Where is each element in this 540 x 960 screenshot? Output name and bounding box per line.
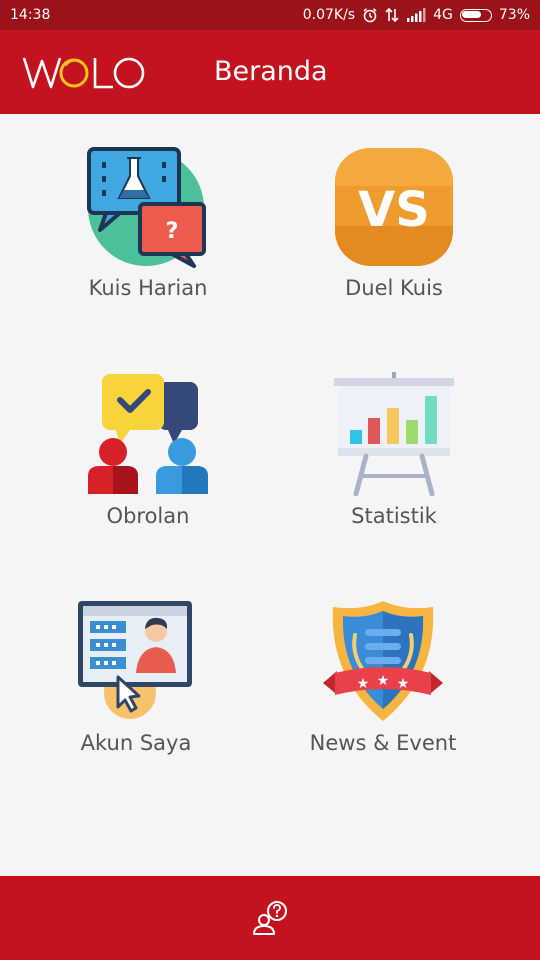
menu-item-label: Obrolan bbox=[106, 504, 190, 528]
net-speed: 0.07K/s bbox=[302, 7, 356, 23]
status-bar: 14:38 0.07K/s 4G 73% bbox=[0, 0, 540, 30]
svg-text:★: ★ bbox=[377, 673, 390, 689]
data-transfer-icon bbox=[385, 7, 399, 23]
svg-text:★: ★ bbox=[397, 676, 410, 692]
wolo-logo[interactable] bbox=[22, 52, 146, 92]
alarm-icon bbox=[362, 7, 378, 23]
menu-item-duel-kuis[interactable]: VS Duel Kuis bbox=[274, 146, 514, 346]
svg-text:?: ? bbox=[166, 219, 179, 244]
menu-item-statistik[interactable]: Statistik bbox=[274, 372, 514, 572]
status-right: 0.07K/s 4G 73% bbox=[303, 7, 530, 23]
signal-icon bbox=[406, 8, 426, 22]
menu-item-akun-saya[interactable]: Akun Saya bbox=[16, 599, 256, 799]
menu-item-label: News & Event bbox=[309, 731, 457, 755]
battery-percent: 73% bbox=[498, 7, 530, 23]
versus-icon: VS bbox=[335, 148, 453, 266]
statistics-icon bbox=[334, 372, 454, 496]
menu-item-label: Duel Kuis bbox=[345, 276, 443, 300]
menu-item-kuis-harian[interactable]: ? Kuis Harian bbox=[28, 146, 268, 346]
status-time: 14:38 bbox=[10, 7, 51, 23]
daily-quiz-icon: ? bbox=[87, 147, 206, 268]
svg-text:VS: VS bbox=[358, 182, 430, 238]
app-bar: Beranda bbox=[0, 30, 540, 114]
menu-item-news-event[interactable]: ★ ★ ★ News & Event bbox=[263, 599, 503, 799]
menu-item-obrolan[interactable]: Obrolan bbox=[28, 372, 268, 572]
menu-item-label: Akun Saya bbox=[80, 731, 192, 755]
page-title: Beranda bbox=[214, 56, 328, 87]
news-event-icon: ★ ★ ★ bbox=[323, 601, 443, 721]
menu-item-label: Kuis Harian bbox=[88, 276, 208, 300]
bottom-bar bbox=[0, 876, 540, 960]
battery-icon bbox=[459, 8, 492, 22]
chat-icon bbox=[88, 374, 208, 494]
menu-item-label: Statistik bbox=[351, 504, 437, 528]
account-icon bbox=[78, 601, 192, 719]
help-user-icon[interactable] bbox=[250, 898, 290, 938]
network-type: 4G bbox=[433, 7, 453, 23]
svg-text:★: ★ bbox=[357, 676, 370, 692]
